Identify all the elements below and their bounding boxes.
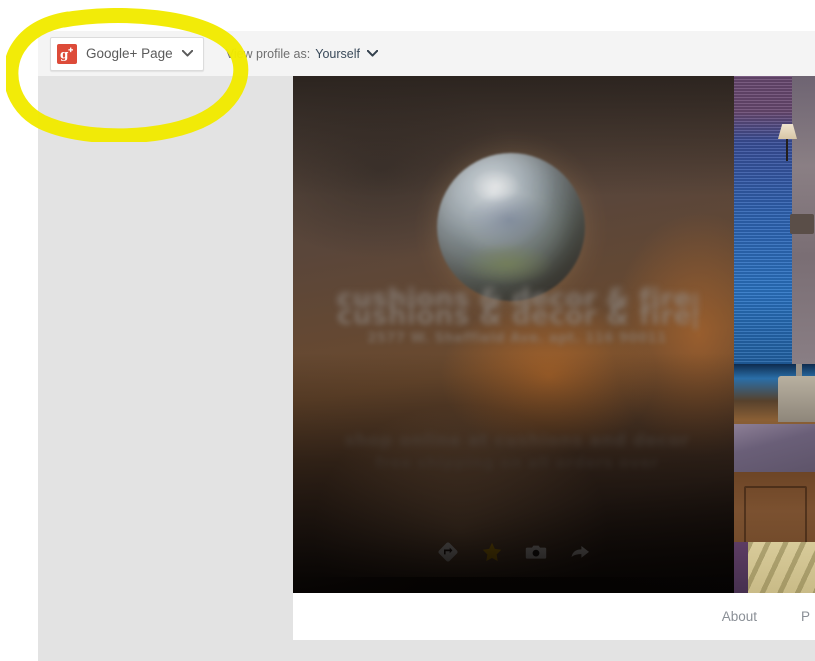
cover-photo-right-panel: [734, 76, 815, 593]
cover-bottom-band: [293, 577, 734, 593]
screenshot-root: g Google+ Page View profile as: Yourself: [0, 0, 815, 661]
google-plus-page-label: Google+ Page: [86, 46, 173, 61]
cover-watermark-line: cushions & decor & fireplaces: [337, 301, 697, 331]
cover-watermark-line: shop online at cushions and decor: [344, 431, 690, 451]
view-profile-as-value: Yourself: [315, 46, 360, 61]
sphere-highlight: [471, 169, 521, 203]
cover-watermark-line: free shipping on all orders over: [375, 454, 659, 472]
svg-text:g: g: [60, 47, 69, 61]
view-profile-as-label: View profile as:: [225, 46, 311, 61]
cover-photo[interactable]: cushions & decor & fireplaces cushions &…: [293, 76, 815, 593]
profile-nav-bar: About P: [293, 593, 815, 640]
patterned-rug-graphic: [748, 542, 815, 593]
glass-sphere-graphic: [437, 153, 585, 301]
camera-icon[interactable]: [523, 539, 549, 565]
cover-action-bar: [293, 539, 734, 565]
counter-top-graphic: [734, 424, 815, 476]
sphere-green-reflection: [461, 243, 553, 285]
directions-icon[interactable]: [435, 539, 461, 565]
cover-watermark-line: 2577 W. Sheffield Ave. apt. 116 90011: [367, 331, 667, 346]
chevron-down-icon: [366, 50, 378, 57]
stone-table-graphic: [778, 376, 815, 422]
sphere-blue-reflection: [467, 193, 551, 247]
chevron-down-icon: [181, 50, 193, 57]
google-plus-icon: g: [57, 43, 77, 64]
window-blinds-graphic: [734, 76, 796, 376]
top-bar: g Google+ Page View profile as: Yourself: [38, 31, 815, 76]
star-icon[interactable]: [479, 539, 505, 565]
wall-plate-graphic: [790, 214, 814, 234]
nav-item-about[interactable]: About: [700, 609, 779, 624]
nav-item-posts[interactable]: P: [779, 609, 815, 624]
share-icon[interactable]: [567, 539, 593, 565]
view-profile-as-control[interactable]: View profile as: Yourself: [226, 47, 378, 61]
lamp-arm-graphic: [786, 139, 788, 161]
cover-photo-main-panel: cushions & decor & fireplaces cushions &…: [293, 76, 734, 593]
google-plus-page-chip[interactable]: g Google+ Page: [50, 36, 204, 71]
